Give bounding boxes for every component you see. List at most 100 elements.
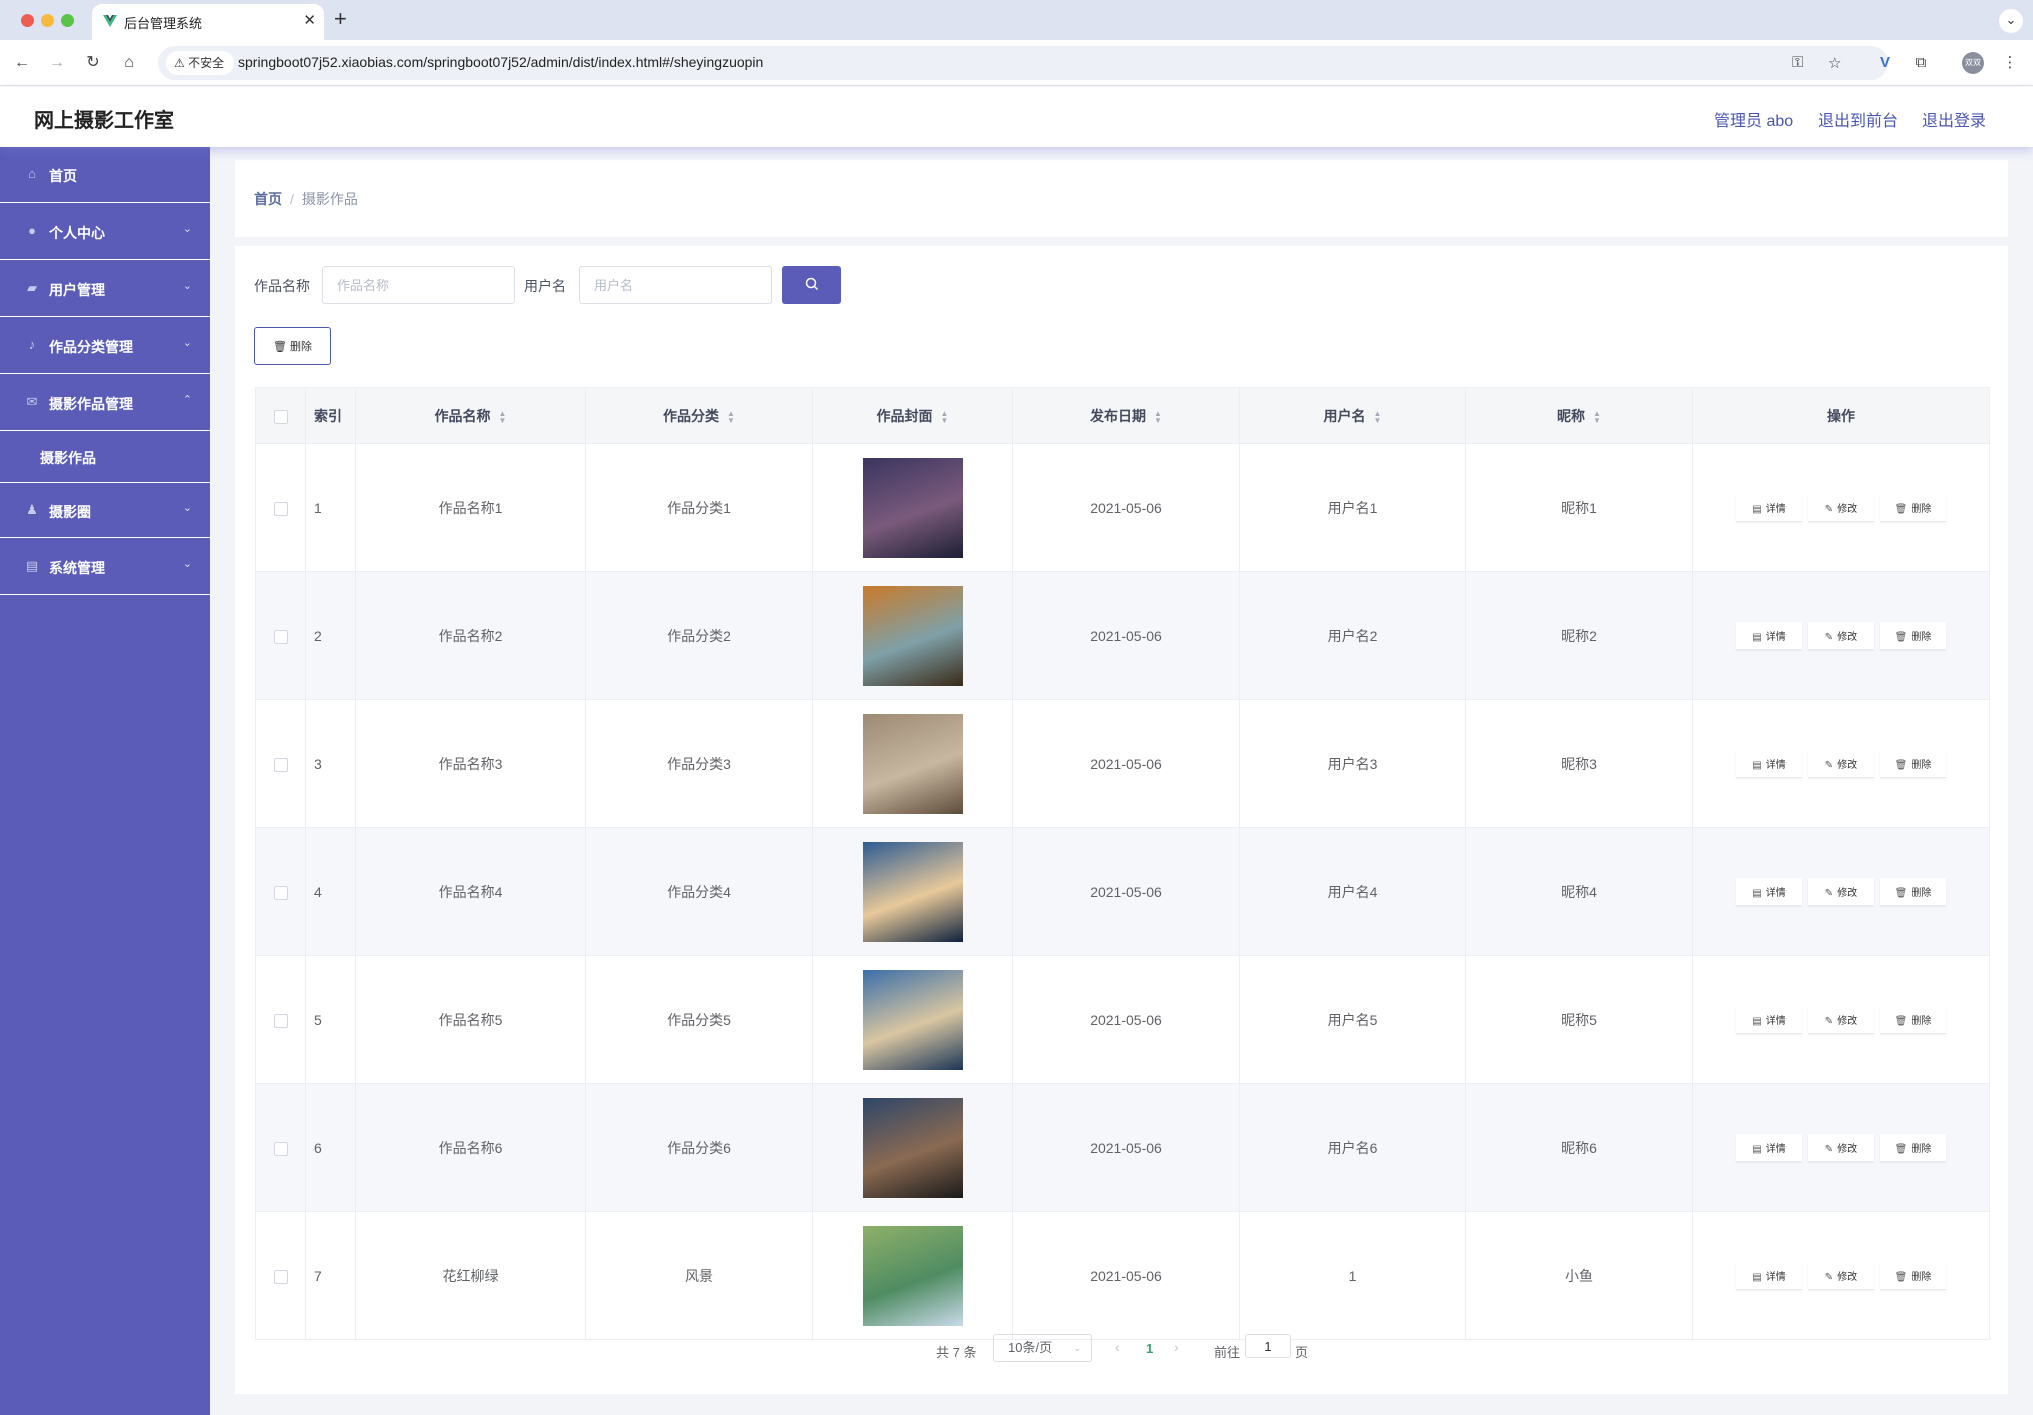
username-input[interactable] <box>579 266 772 304</box>
key-icon[interactable]: ⚿ <box>1792 54 1803 71</box>
delete-button[interactable]: 🗑 删除 <box>1880 1261 1946 1290</box>
delete-button[interactable]: 🗑 删除 <box>1880 877 1946 906</box>
logout-link[interactable]: 退出登录 <box>1922 107 1986 131</box>
row-work-name: 花红柳绿 <box>355 1211 586 1340</box>
close-window-dot[interactable] <box>21 14 34 27</box>
row-ops: ▤ 详情 ✎ 修改 🗑 删除 <box>1692 1211 1990 1340</box>
prev-page-icon[interactable]: ‹ <box>1115 1339 1120 1355</box>
edit-button[interactable]: ✎ 修改 <box>1808 1005 1874 1034</box>
trash-icon: 🗑 <box>1894 1143 1908 1155</box>
exit-to-front-link[interactable]: 退出到前台 <box>1818 107 1898 131</box>
row-select-cell <box>255 699 306 828</box>
row-checkbox[interactable] <box>273 1013 288 1028</box>
sort-caret-icon[interactable]: ▲ ▼ <box>727 409 735 424</box>
header-category[interactable]: 作品分类 ▲ ▼ <box>585 387 813 444</box>
sidebar-item-personal-center[interactable]: ● 个人中心 ⌄ <box>0 204 210 260</box>
edit-button[interactable]: ✎ 修改 <box>1808 1261 1874 1290</box>
detail-button[interactable]: ▤ 详情 <box>1736 749 1802 778</box>
tab-close-icon[interactable]: ✕ <box>303 11 316 29</box>
detail-button[interactable]: ▤ 详情 <box>1736 621 1802 650</box>
work-name-input[interactable] <box>322 266 515 304</box>
sidebar-subitem-photo-works[interactable]: 摄影作品 <box>0 432 210 482</box>
header-nick[interactable]: 昵称 ▲ ▼ <box>1465 387 1693 444</box>
cover-image[interactable] <box>862 713 963 814</box>
sidebar-item-user-management[interactable]: ▰ 用户管理 ⌄ <box>0 261 210 317</box>
header-cover[interactable]: 作品封面 ▲ ▼ <box>812 387 1013 444</box>
edit-button[interactable]: ✎ 修改 <box>1808 621 1874 650</box>
row-checkbox[interactable] <box>273 885 288 900</box>
new-tab-button[interactable]: + <box>334 6 347 32</box>
user-icon: ● <box>28 223 36 238</box>
edit-button[interactable]: ✎ 修改 <box>1808 877 1874 906</box>
zoom-window-dot[interactable] <box>61 14 74 27</box>
forward-arrow-icon[interactable]: → <box>45 51 69 75</box>
batch-delete-button[interactable]: 🗑 删除 <box>254 327 331 365</box>
sidebar-item-photo-circle[interactable]: ♟ 摄影圈 ⌄ <box>0 482 210 538</box>
edit-button[interactable]: ✎ 修改 <box>1808 493 1874 522</box>
sidebar-item-photo-works-management[interactable]: ✉ 摄影作品管理 ⌃ <box>0 375 210 431</box>
cover-image[interactable] <box>862 969 963 1070</box>
security-chip[interactable]: ⚠ 不安全 <box>166 51 235 75</box>
profile-avatar[interactable]: 双双 <box>1962 52 1984 74</box>
sort-caret-icon[interactable]: ▲ ▼ <box>1154 409 1162 424</box>
back-arrow-icon[interactable]: ← <box>10 51 34 75</box>
minimize-window-dot[interactable] <box>41 14 54 27</box>
reload-icon[interactable]: ↻ <box>81 51 105 75</box>
sort-caret-icon[interactable]: ▲ ▼ <box>941 409 949 424</box>
detail-button[interactable]: ▤ 详情 <box>1736 493 1802 522</box>
sidebar-item-category-management[interactable]: ♪ 作品分类管理 ⌄ <box>0 318 210 374</box>
next-page-icon[interactable]: › <box>1174 1339 1179 1355</box>
breadcrumb-home[interactable]: 首页 <box>254 191 282 207</box>
delete-button[interactable]: 🗑 删除 <box>1880 1005 1946 1034</box>
detail-button[interactable]: ▤ 详情 <box>1736 1261 1802 1290</box>
home-button-icon[interactable]: ⌂ <box>117 51 141 75</box>
extension-v-icon[interactable]: V <box>1873 51 1897 75</box>
sort-caret-icon[interactable]: ▲ ▼ <box>1374 409 1382 424</box>
search-button[interactable] <box>782 266 841 304</box>
admin-user-label[interactable]: 管理员 abo <box>1714 107 1793 131</box>
cover-image[interactable] <box>862 457 963 558</box>
delete-button[interactable]: 🗑 删除 <box>1880 493 1946 522</box>
puzzle-extensions-icon[interactable]: ⧉ <box>1909 51 1933 75</box>
header-user[interactable]: 用户名 ▲ ▼ <box>1239 387 1466 444</box>
header-name[interactable]: 作品名称 ▲ ▼ <box>355 387 586 444</box>
sidebar: ⌂ 首页 ● 个人中心 ⌄ ▰ 用户管理 ⌄ ♪ 作品分类管理 ⌄ ✉ 摄影作品… <box>0 147 210 1415</box>
row-checkbox[interactable] <box>273 757 288 772</box>
edit-button[interactable]: ✎ 修改 <box>1808 1133 1874 1162</box>
sort-caret-icon[interactable]: ▲ ▼ <box>499 409 507 424</box>
row-ops: ▤ 详情 ✎ 修改 🗑 删除 <box>1692 1083 1990 1212</box>
edit-button[interactable]: ✎ 修改 <box>1808 749 1874 778</box>
delete-button[interactable]: 🗑 删除 <box>1880 749 1946 778</box>
cover-image[interactable] <box>862 1225 963 1326</box>
detail-button[interactable]: ▤ 详情 <box>1736 1133 1802 1162</box>
detail-button[interactable]: ▤ 详情 <box>1736 877 1802 906</box>
page-number-current[interactable]: 1 <box>1146 1341 1153 1356</box>
header-ops: 操作 <box>1692 387 1990 444</box>
tab-search-chevron-icon[interactable]: ⌄ <box>1999 9 2023 33</box>
goto-page-input[interactable] <box>1245 1334 1291 1358</box>
sidebar-item-home[interactable]: ⌂ 首页 <box>0 147 210 203</box>
delete-button[interactable]: 🗑 删除 <box>1880 1133 1946 1162</box>
row-checkbox[interactable] <box>273 501 288 516</box>
row-checkbox[interactable] <box>273 1141 288 1156</box>
page-size-select[interactable]: 10条/页 ⌄ <box>993 1334 1092 1362</box>
detail-button[interactable]: ▤ 详情 <box>1736 1005 1802 1034</box>
row-category: 作品分类6 <box>585 1083 813 1212</box>
bookmark-star-icon[interactable]: ☆ <box>1828 54 1841 72</box>
cover-image[interactable] <box>862 1097 963 1198</box>
row-work-name: 作品名称3 <box>355 699 586 828</box>
row-checkbox[interactable] <box>273 1269 288 1284</box>
bell-icon: ♪ <box>28 337 36 352</box>
delete-button[interactable]: 🗑 删除 <box>1880 621 1946 650</box>
row-checkbox[interactable] <box>273 629 288 644</box>
header-date[interactable]: 发布日期 ▲ ▼ <box>1012 387 1240 444</box>
address-bar[interactable]: ⚠ 不安全 springboot07j52.xiaobias.com/sprin… <box>158 46 1888 80</box>
table-header-row: 索引 作品名称 ▲ ▼ 作品分类 ▲ ▼ 作品封面 ▲ ▼ 发布日期 ▲ ▼ 用户名 ▲ ▼ 昵称 ▲… <box>255 387 1990 444</box>
cover-image[interactable] <box>862 585 963 686</box>
sidebar-item-system-management[interactable]: ▤ 系统管理 ⌄ <box>0 539 210 595</box>
sort-caret-icon[interactable]: ▲ ▼ <box>1593 409 1601 424</box>
browser-tab[interactable]: 后台管理系统 ✕ <box>92 4 324 40</box>
kebab-menu-icon[interactable]: ⋮ <box>1998 51 2022 75</box>
select-all-checkbox[interactable] <box>273 409 288 424</box>
cover-image[interactable] <box>862 841 963 942</box>
